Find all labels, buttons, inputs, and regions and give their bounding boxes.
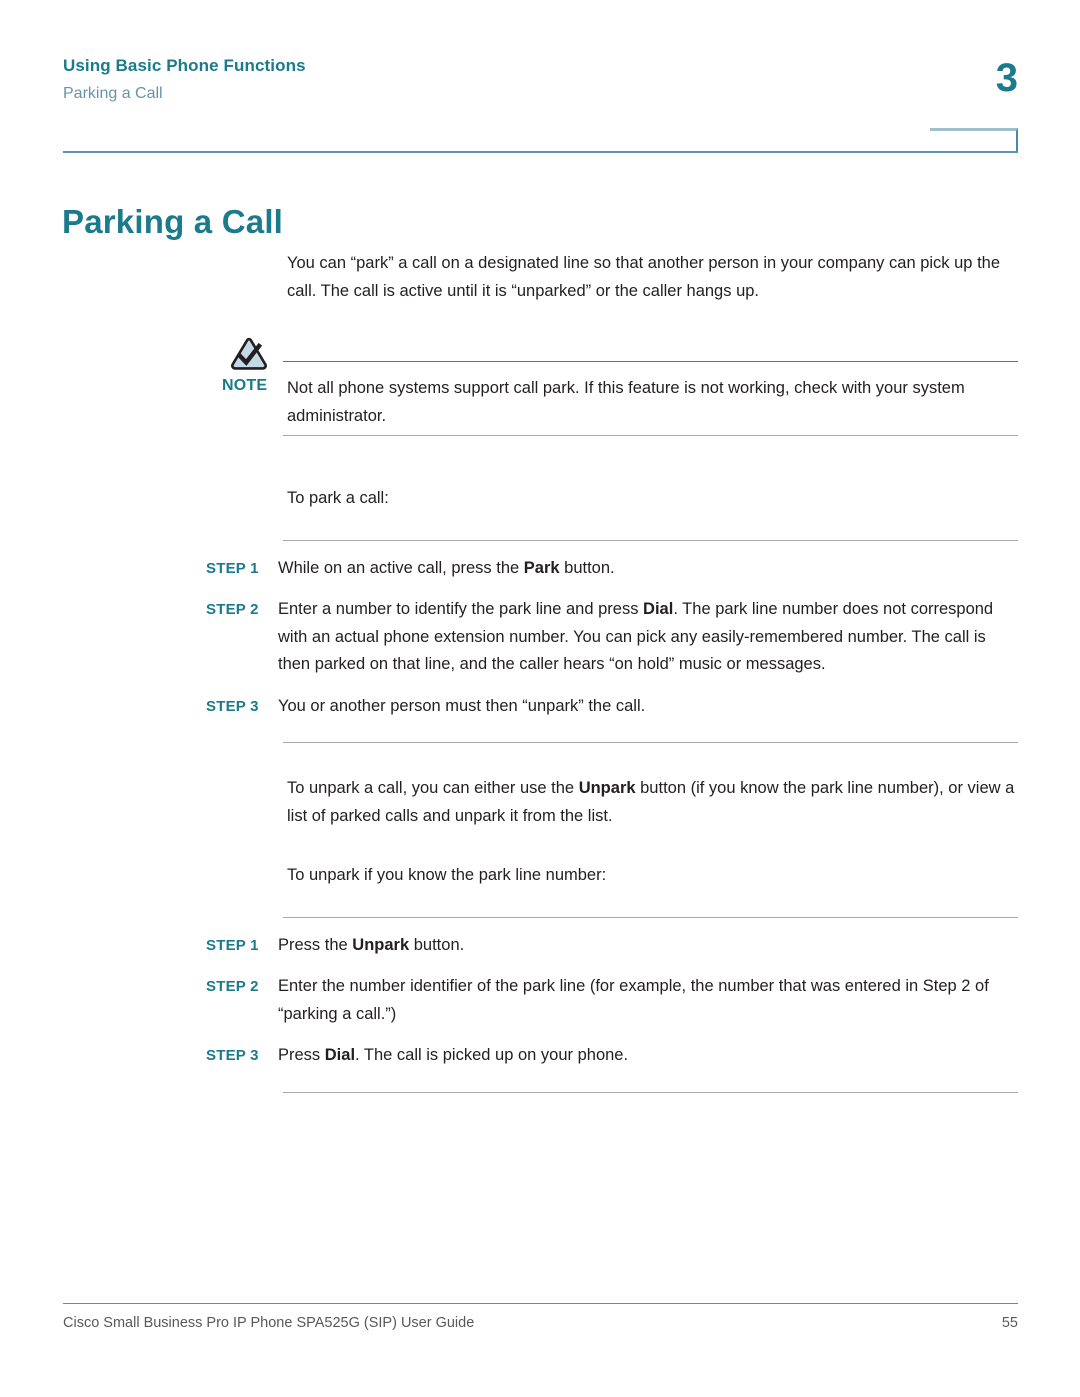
step-text-before: Press (278, 1046, 325, 1064)
step-text: Enter the number identifier of the park … (278, 973, 1011, 1028)
ui-button-name: Unpark (352, 935, 410, 954)
step-text-before: Enter the number identifier of the park … (278, 977, 989, 1023)
step-text: Enter a number to identify the park line… (278, 596, 1011, 679)
unpark-steps: STEP 1 Press the Unpark button. STEP 2 E… (0, 916, 1080, 1093)
note-bottom-rule (283, 435, 1018, 436)
step-row: STEP 2 Enter the number identifier of th… (0, 973, 1080, 1028)
note-top-rule (283, 361, 1018, 362)
document-page: Using Basic Phone Functions Parking a Ca… (0, 0, 1080, 1397)
note-block: NOTE Not all phone systems support call … (0, 335, 1080, 453)
intro-paragraph: You can “park” a call on a designated li… (287, 254, 1001, 300)
page-title: Parking a Call (62, 203, 284, 241)
step-text-before: You or another person must then “unpark”… (278, 696, 646, 715)
step-label: STEP 3 (206, 697, 259, 715)
park-lead-in: To park a call: (287, 489, 389, 507)
step-label: STEP 3 (206, 1047, 259, 1064)
note-text: Not all phone systems support call park.… (287, 379, 965, 425)
step-row: STEP 3 You or another person must then “… (0, 693, 1080, 721)
unpark-intro-before: To unpark a call, you can either use the (287, 779, 579, 797)
step-label: STEP 1 (206, 559, 259, 577)
step-text-after: button. (559, 558, 615, 577)
ui-button-name: Dial (324, 1046, 356, 1064)
note-triangle-check-icon (229, 337, 269, 371)
step-text-before: Enter a number to identify the park line… (278, 600, 644, 618)
step-row: STEP 3 Press Dial. The call is picked up… (0, 1042, 1080, 1070)
unpark-intro-paragraph: To unpark a call, you can either use the… (287, 775, 1020, 830)
unpark-steps-bottom-rule (283, 1091, 1018, 1093)
unpark-steps-top-rule (283, 916, 1018, 918)
ui-button-name: Park (523, 558, 560, 577)
park-steps: STEP 1 While on an active call, press th… (0, 539, 1080, 743)
running-head: Using Basic Phone Functions Parking a Ca… (63, 56, 763, 104)
step-text: Press Dial. The call is picked up on you… (278, 1042, 1011, 1070)
step-row: STEP 1 While on an active call, press th… (0, 555, 1080, 583)
footer-page-number: 55 (1001, 1315, 1018, 1331)
header-divider-rule (63, 151, 1018, 153)
header-corner-rule (930, 128, 1018, 153)
park-steps-bottom-rule (283, 742, 1018, 743)
ui-button-name: Dial (643, 600, 674, 618)
page-content: You can “park” a call on a designated li… (0, 250, 1080, 1093)
step-text: You or another person must then “unpark”… (278, 693, 1011, 721)
step-text-before: While on an active call, press the (278, 558, 524, 577)
ui-button-name: Unpark (578, 779, 636, 797)
step-text-after: . The call is picked up on your phone. (355, 1046, 629, 1064)
step-text: While on an active call, press the Park … (278, 555, 1011, 583)
step-text-before: Press the (278, 935, 353, 954)
step-text-after: button. (409, 935, 465, 954)
step-label: STEP 2 (206, 601, 259, 618)
unpark-lead-in: To unpark if you know the park line numb… (287, 866, 607, 884)
step-label: STEP 2 (206, 978, 259, 995)
footer-divider-rule (63, 1303, 1018, 1304)
park-steps-top-rule (283, 539, 1018, 541)
step-text: Press the Unpark button. (278, 932, 1011, 960)
step-row: STEP 2 Enter a number to identify the pa… (0, 596, 1080, 679)
running-head-chapter-title: Using Basic Phone Functions (63, 56, 306, 75)
running-head-section-title: Parking a Call (63, 85, 163, 102)
step-label: STEP 1 (206, 936, 259, 954)
footer-document-title: Cisco Small Business Pro IP Phone SPA525… (63, 1315, 475, 1331)
step-row: STEP 1 Press the Unpark button. (0, 932, 1080, 960)
chapter-number: 3 (995, 56, 1018, 100)
note-label: NOTE (222, 377, 268, 394)
